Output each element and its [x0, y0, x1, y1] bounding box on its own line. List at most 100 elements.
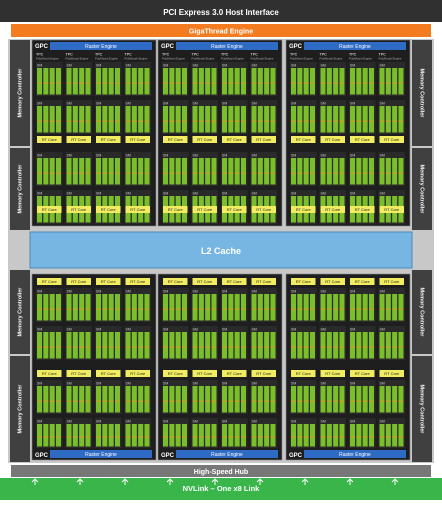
sm-tensor-stripe: [175, 308, 181, 310]
sm-tensor-stripe: [211, 346, 217, 348]
sm-tensor-stripe: [55, 172, 61, 174]
sm-core-block: [320, 424, 326, 447]
sm-core-block: [362, 106, 368, 133]
sm-core-block: [362, 386, 368, 413]
sm-tensor-stripe: [66, 82, 72, 84]
sm-tensor-stripe: [398, 308, 404, 310]
sm-tensor-stripe: [234, 436, 240, 438]
sm-tensor-stripe: [362, 346, 368, 348]
sm-core-block: [138, 332, 144, 359]
sm-core-block: [257, 386, 263, 413]
sm-tensor-stripe: [303, 308, 309, 310]
sm-core-block: [385, 424, 391, 447]
sm-label: SM: [126, 420, 131, 424]
sm-tensor-stripe: [350, 172, 356, 174]
sm-core-block: [333, 294, 339, 321]
nvlink-label: NVLink – One x8 Link: [183, 484, 261, 493]
raster-engine-label: Raster Engine: [339, 452, 371, 458]
sm-tensor-stripe: [291, 346, 297, 348]
sm-tensor-stripe: [251, 120, 257, 122]
sm-core-block: [339, 294, 345, 321]
sm-core-block: [385, 106, 391, 133]
sm-core-block: [240, 106, 246, 133]
sm-tensor-stripe: [251, 436, 257, 438]
sm-tensor-stripe: [96, 436, 102, 438]
sm-tensor-stripe: [198, 346, 204, 348]
sm-core-block: [379, 294, 385, 321]
sm-label: SM: [321, 382, 326, 386]
sm-core-block: [297, 294, 303, 321]
sm-core-block: [222, 106, 228, 133]
sm-core-block: [291, 386, 297, 413]
sm-label: SM: [380, 420, 385, 424]
sm-tensor-stripe: [270, 308, 276, 310]
rt-core-label: RT Core: [71, 279, 87, 284]
sm-core-block: [309, 332, 315, 359]
sm-core-block: [368, 386, 374, 413]
sm-tensor-stripe: [163, 172, 169, 174]
sm-core-block: [102, 158, 108, 185]
sm-tensor-stripe: [72, 82, 78, 84]
sm-label: SM: [37, 64, 42, 68]
sm-core-block: [398, 294, 404, 321]
sm-tensor-stripe: [79, 346, 85, 348]
rt-core-label: RT Core: [256, 279, 272, 284]
sm-label: SM: [291, 328, 296, 332]
sm-label: SM: [380, 64, 385, 68]
sm-core-block: [222, 332, 228, 359]
sm-core-block: [368, 294, 374, 321]
sm-core-block: [192, 294, 198, 321]
sm-tensor-stripe: [163, 346, 169, 348]
sm-core-block: [392, 332, 398, 359]
sm-core-block: [309, 158, 315, 185]
sm-tensor-stripe: [114, 436, 120, 438]
sm-core-block: [125, 158, 131, 185]
sm-tensor-stripe: [385, 172, 391, 174]
sm-core-block: [43, 386, 49, 413]
sm-tensor-stripe: [333, 82, 339, 84]
sm-tensor-stripe: [49, 400, 55, 402]
sm-tensor-stripe: [362, 120, 368, 122]
sm-tensor-stripe: [85, 172, 91, 174]
sm-tensor-stripe: [362, 436, 368, 438]
rt-core-label: RT Core: [384, 371, 400, 376]
sm-tensor-stripe: [228, 120, 234, 122]
sm-core-block: [222, 158, 228, 185]
sm-core-block: [108, 158, 114, 185]
sm-tensor-stripe: [228, 172, 234, 174]
sm-core-block: [398, 386, 404, 413]
sm-core-block: [114, 332, 120, 359]
sm-tensor-stripe: [234, 346, 240, 348]
sm-core-block: [205, 386, 211, 413]
sm-label: SM: [96, 290, 101, 294]
sm-label: SM: [350, 290, 355, 294]
sm-tensor-stripe: [175, 346, 181, 348]
sm-core-block: [72, 158, 78, 185]
sm-core-block: [125, 106, 131, 133]
sm-core-block: [114, 158, 120, 185]
sm-core-block: [85, 424, 91, 447]
sm-tensor-stripe: [379, 82, 385, 84]
sm-tensor-stripe: [309, 346, 315, 348]
sm-tensor-stripe: [379, 308, 385, 310]
sm-core-block: [234, 424, 240, 447]
sm-core-block: [144, 386, 150, 413]
sm-core-block: [264, 106, 270, 133]
rt-core-label: RT Core: [168, 279, 184, 284]
sm-core-block: [228, 386, 234, 413]
sm-tensor-stripe: [392, 120, 398, 122]
sm-label: SM: [321, 64, 326, 68]
sm-label: SM: [163, 290, 168, 294]
sm-core-block: [350, 386, 356, 413]
sm-core-block: [291, 332, 297, 359]
sm-tensor-stripe: [303, 82, 309, 84]
sm-tensor-stripe: [175, 82, 181, 84]
sm-core-block: [398, 158, 404, 185]
sm-tensor-stripe: [234, 120, 240, 122]
sm-tensor-stripe: [392, 436, 398, 438]
sm-core-block: [114, 294, 120, 321]
sm-tensor-stripe: [368, 400, 374, 402]
rt-core-label: RT Core: [296, 279, 312, 284]
sm-label: SM: [96, 192, 101, 196]
polymorph-label: PolyMorph Engine: [36, 57, 59, 61]
